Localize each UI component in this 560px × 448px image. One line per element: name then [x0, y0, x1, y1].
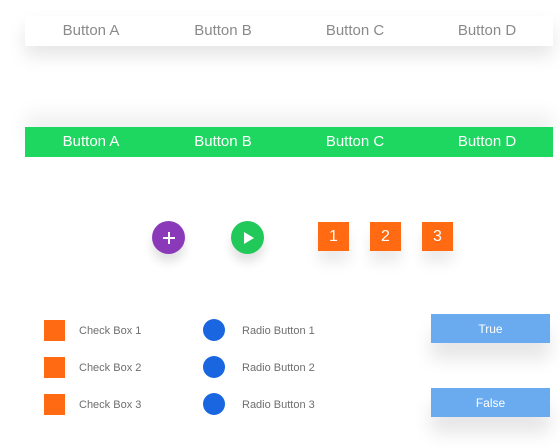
checkbox-1[interactable]	[44, 320, 65, 341]
number-button-2[interactable]: 2	[370, 222, 401, 251]
button-c[interactable]: Button C	[289, 16, 421, 46]
false-button[interactable]: False	[431, 388, 550, 417]
checkbox-2-label: Check Box 2	[79, 362, 142, 374]
plus-icon	[162, 231, 175, 244]
button-c[interactable]: Button C	[289, 127, 421, 157]
checkbox-3-label: Check Box 3	[79, 399, 142, 411]
number-button-1[interactable]: 1	[318, 222, 349, 251]
button-d[interactable]: Button D	[421, 16, 553, 46]
button-bar-white: Button A Button B Button C Button D	[25, 16, 553, 46]
play-icon	[243, 231, 254, 244]
button-a[interactable]: Button A	[25, 127, 157, 157]
radio-button-2[interactable]	[203, 356, 225, 378]
checkbox-2[interactable]	[44, 357, 65, 378]
radio-button-3[interactable]	[203, 393, 225, 415]
radio-button-3-label: Radio Button 3	[242, 399, 315, 411]
checkbox-3[interactable]	[44, 394, 65, 415]
play-button[interactable]	[231, 221, 264, 254]
button-d[interactable]: Button D	[421, 127, 553, 157]
checkbox-1-label: Check Box 1	[79, 325, 142, 337]
button-b[interactable]: Button B	[157, 127, 289, 157]
button-a[interactable]: Button A	[25, 16, 157, 46]
radio-button-1[interactable]	[203, 319, 225, 341]
radio-button-1-label: Radio Button 1	[242, 325, 315, 337]
button-bar-green: Button A Button B Button C Button D	[25, 127, 553, 157]
true-button[interactable]: True	[431, 314, 550, 343]
number-button-3[interactable]: 3	[422, 222, 453, 251]
add-button[interactable]	[152, 221, 185, 254]
button-b[interactable]: Button B	[157, 16, 289, 46]
radio-button-2-label: Radio Button 2	[242, 362, 315, 374]
